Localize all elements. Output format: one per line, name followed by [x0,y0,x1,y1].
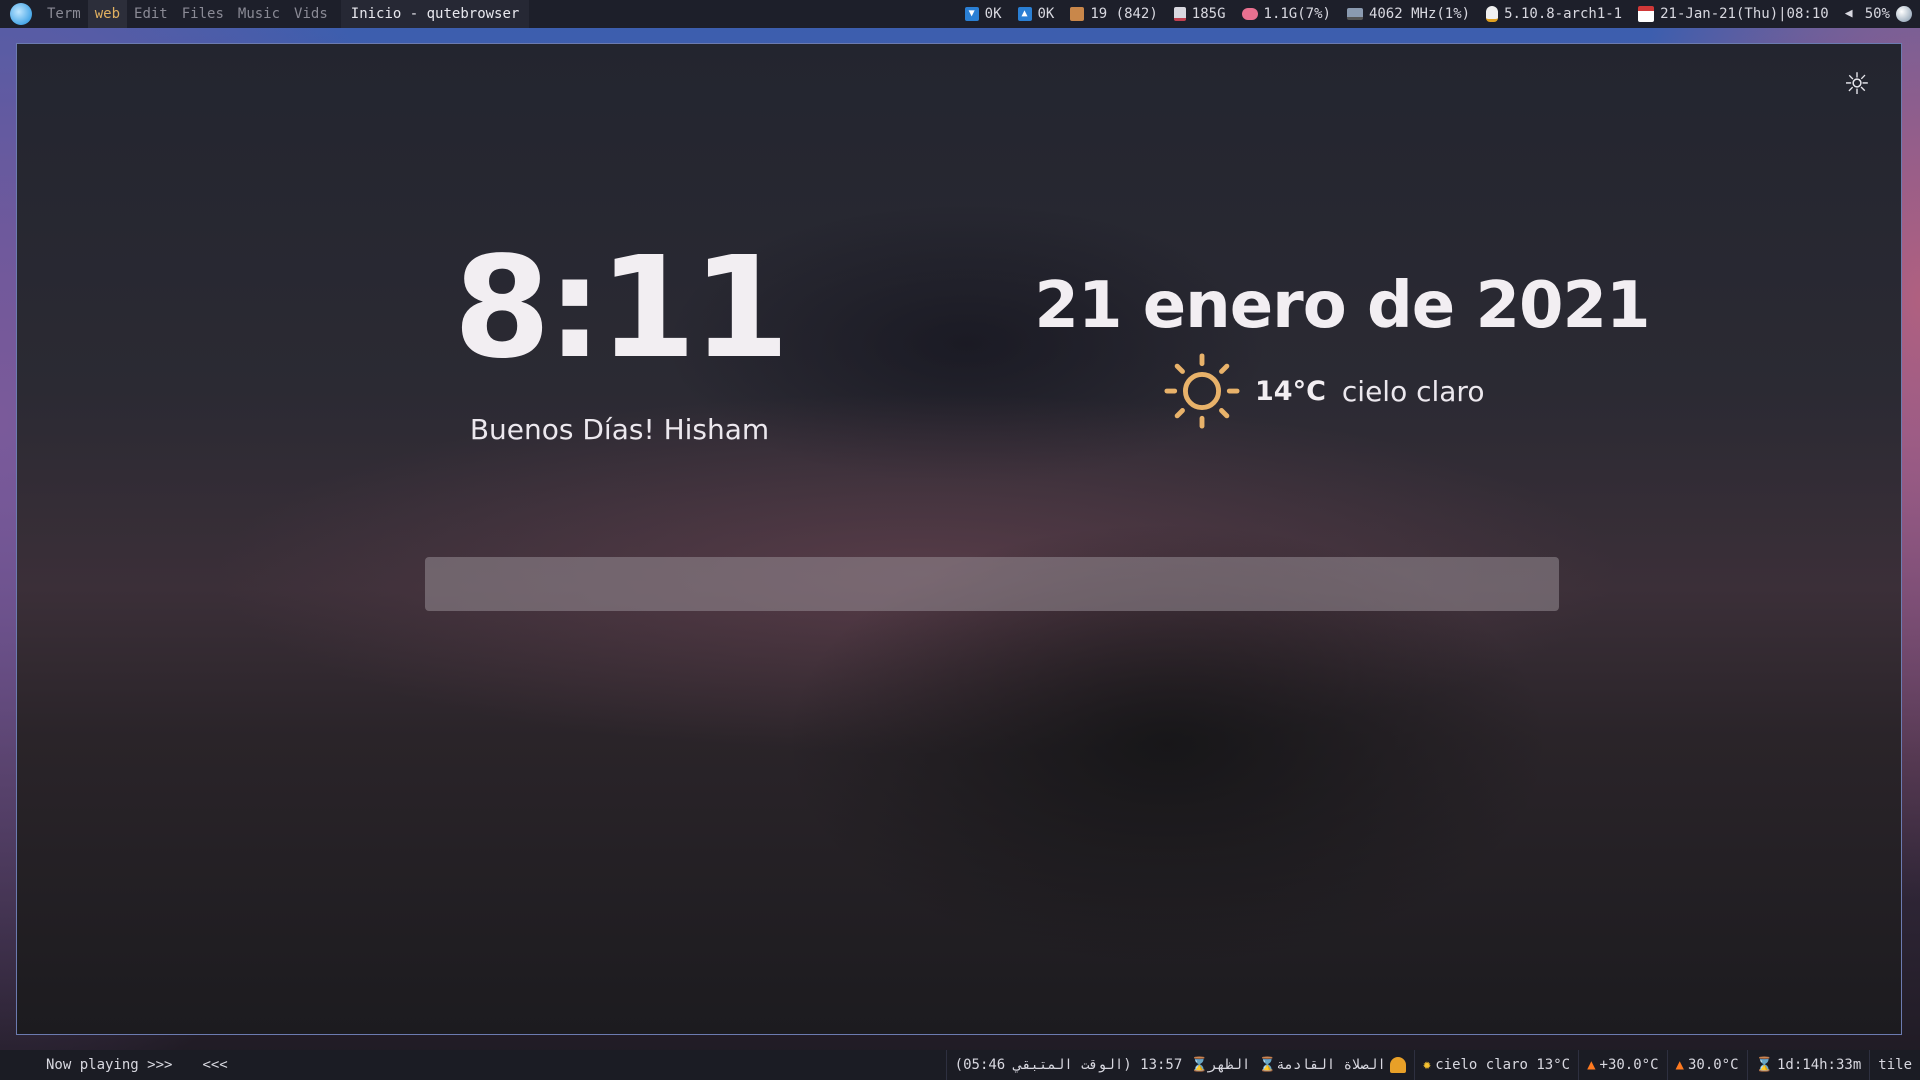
now-playing-label[interactable]: Now playing >>> [46,1057,172,1073]
bottom-status-bar: Now playing >>> <<< (الوقت المتبقي 05:46… [0,1050,1920,1080]
disk-icon [1173,7,1186,21]
workspace-files[interactable]: Files [175,0,231,28]
sun-icon: ✹ [1422,1057,1432,1073]
top-status-bar: Term web Edit Files Music Vids Inicio - … [0,0,1920,28]
hourglass-icon: ⌛ [1258,1057,1277,1073]
brain-icon [1241,8,1258,20]
updates-stat[interactable]: 19 (842) [1062,0,1165,28]
temperature: 14°C [1255,375,1326,407]
weather-widget: 14°C cielo claro [1163,351,1484,431]
weather-condition: cielo claro [1341,374,1485,408]
sun-icon [1164,353,1240,429]
workspace-vids[interactable]: Vids [287,0,335,28]
net-down-stat: ▼ 0K [957,0,1010,28]
calendar-icon [1638,6,1655,22]
hourglass-icon: ⌛ [1755,1057,1773,1073]
cpu-stat: 4062 MHz(1%) [1339,0,1478,28]
temp-stat-1: ▲ +30.0°C [1578,1050,1666,1080]
flame-icon: ▲ [1675,1057,1684,1073]
flame-icon: ▲ [1587,1057,1596,1073]
disk-stat: 185G [1166,0,1234,28]
hourglass-icon: ⌛ [1190,1057,1209,1073]
search-input[interactable] [425,557,1559,611]
mosque-icon [1389,1057,1406,1073]
tray-ball-icon[interactable] [1896,6,1912,22]
download-arrow-icon: ▼ [964,7,979,21]
penguin-icon [1486,6,1499,22]
window-title: Inicio - qutebrowser [340,0,530,28]
workspace-music[interactable]: Music [231,0,287,28]
package-icon [1070,7,1085,21]
clock: 8:11 [453,227,789,390]
workspace-web[interactable]: web [87,0,128,28]
upload-arrow-icon: ▲ [1017,7,1032,21]
workspace-edit[interactable]: Edit [127,0,175,28]
distro-logo-icon[interactable] [10,3,32,25]
settings-sun-icon[interactable]: ☼ [1841,69,1873,101]
kernel-stat: 5.10.8-arch1-1 [1478,0,1630,28]
date-display: 21 enero de 2021 [1034,269,1650,343]
bottom-stats: (الوقت المتبقي 05:46) 13:57 ⌛ الظهر ⌛ ال… [945,1050,1920,1080]
net-up-stat: ▲ 0K [1010,0,1063,28]
workspace-term[interactable]: Term [40,0,88,28]
temp-stat-2: ▲ 30.0°C [1666,1050,1747,1080]
uptime-stat: ⌛ 1d:14h:33m [1746,1050,1870,1080]
volume-stat[interactable]: ◀ 50% [1837,0,1920,28]
system-stats: ▼ 0K ▲ 0K 19 (842) 185G 1.1G(7%) 4062 MH… [957,0,1920,28]
memory-stat: 1.1G(7%) [1234,0,1339,28]
greeting: Buenos Días! Hisham [469,413,770,446]
datetime-stat[interactable]: 21-Jan-21(Thu)|08:10 [1630,0,1837,28]
prayer-label: الصلاة القادمة [1276,1057,1386,1073]
prayer-remaining: (الوقت المتبقي 05:46) [954,1057,1132,1073]
prayer-time: 13:57 [1140,1057,1183,1073]
previous-track-button[interactable]: <<< [202,1057,227,1073]
prayer-name: الظهر [1208,1057,1251,1073]
speaker-icon: ◀ [1844,6,1853,21]
layout-indicator[interactable]: tile [1869,1050,1920,1080]
browser-window: ☼ 8:11 Buenos Días! Hisham 21 enero de 2… [16,43,1902,1035]
monitor-icon [1346,8,1363,20]
weather-stat: ✹ cielo claro 13°C [1413,1050,1578,1080]
prayer-widget: (الوقت المتبقي 05:46) 13:57 ⌛ الظهر ⌛ ال… [945,1050,1414,1080]
